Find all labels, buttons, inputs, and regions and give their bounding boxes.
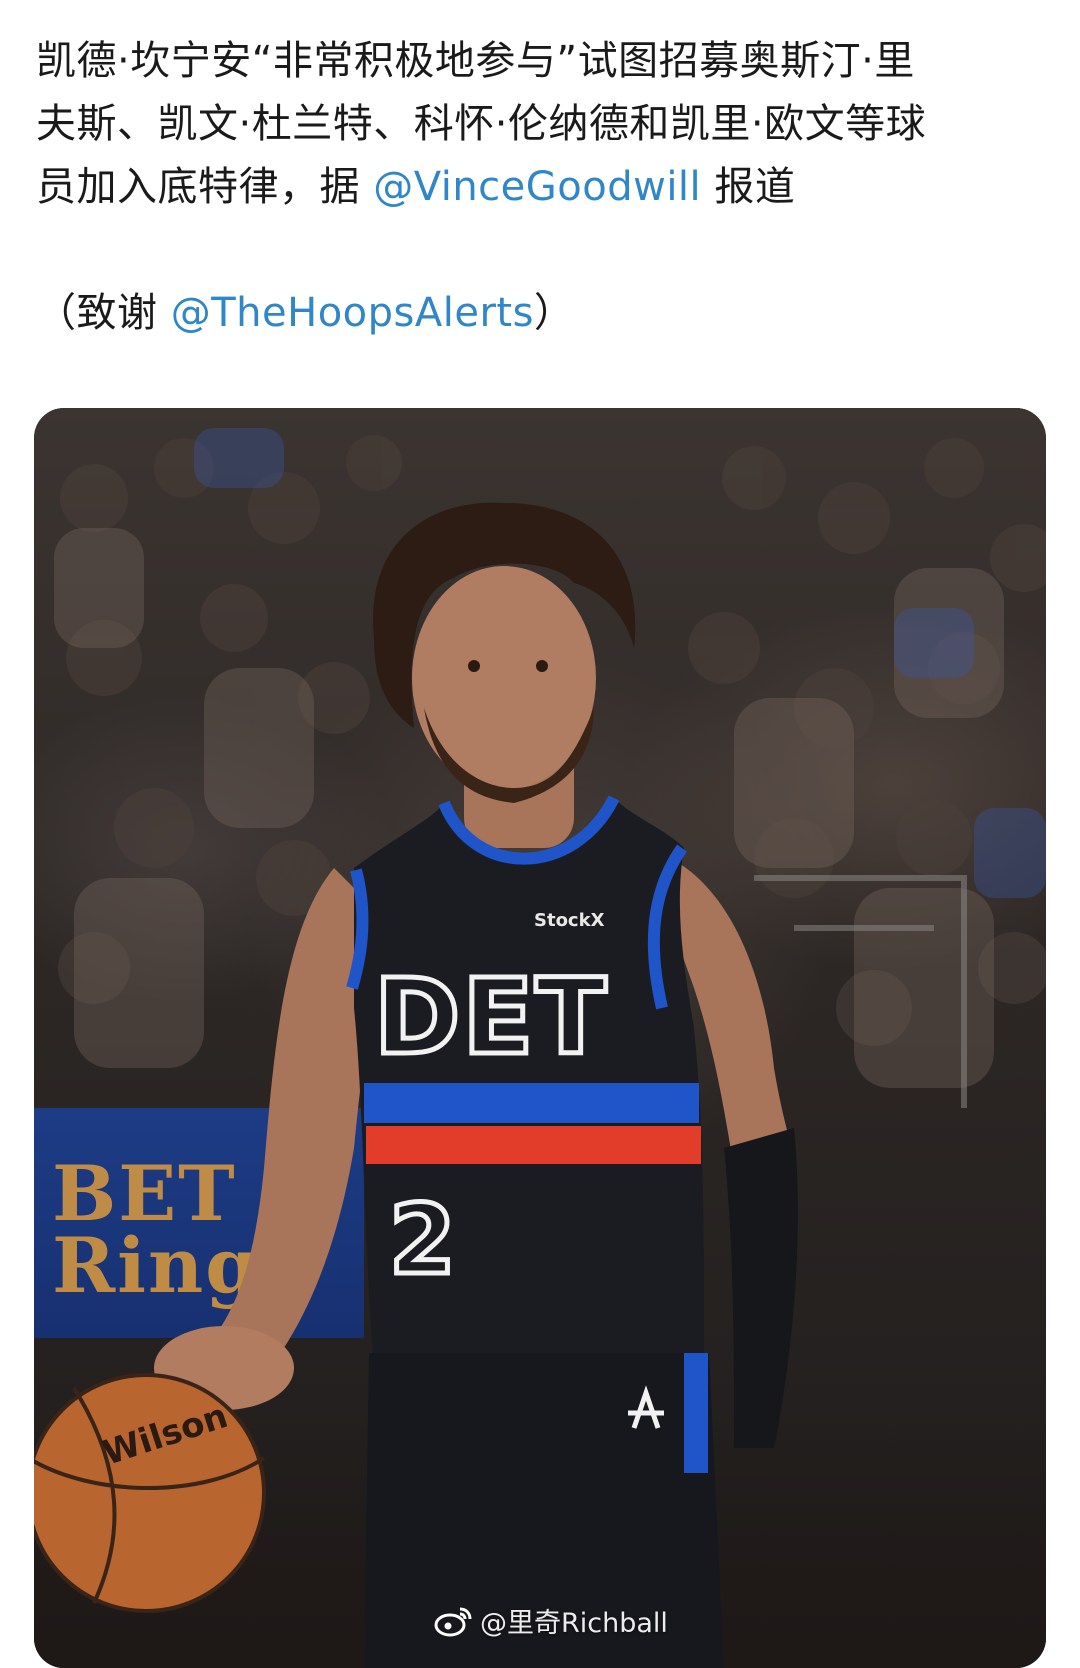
- mention-thehoopsalerts-link[interactable]: @TheHoopsAlerts: [171, 290, 534, 336]
- watermark-text: @里奇Richball: [480, 1608, 668, 1639]
- post-line-1: 凯德·坎宁安“非常积极地参与”试图招募奥斯汀·里: [36, 38, 915, 84]
- credit-prefix: （致谢: [36, 290, 171, 336]
- credit-suffix: ）: [533, 290, 575, 336]
- jersey-sponsor-text: StockX: [534, 910, 605, 931]
- jersey-number-text: 2: [389, 1184, 456, 1296]
- post-line-3-prefix: 员加入底特律，据: [36, 164, 374, 210]
- weibo-watermark: @里奇Richball: [434, 1601, 668, 1640]
- credit-line: （致谢 @TheHoopsAlerts）: [36, 282, 1046, 345]
- post-line-3-suffix: 报道: [701, 164, 796, 210]
- mention-vincegoodwill-link[interactable]: @VinceGoodwill: [373, 164, 701, 210]
- post-text: 凯德·坎宁安“非常积极地参与”试图招募奥斯汀·里 夫斯、凯文·杜兰特、科怀·伦纳…: [36, 30, 1046, 345]
- post-line-2: 夫斯、凯文·杜兰特、科怀·伦纳德和凯里·欧文等球: [36, 101, 927, 147]
- player-figure: Wilson StockX DET 2: [34, 502, 798, 1668]
- jersey-team-text: DET: [374, 956, 608, 1078]
- post-image[interactable]: BETR​ings Wilson StockX DET 2: [34, 408, 1046, 1668]
- post-line-3: 员加入底特律，据 @VinceGoodwill 报道: [36, 156, 1046, 219]
- weibo-logo-icon: [434, 1607, 472, 1636]
